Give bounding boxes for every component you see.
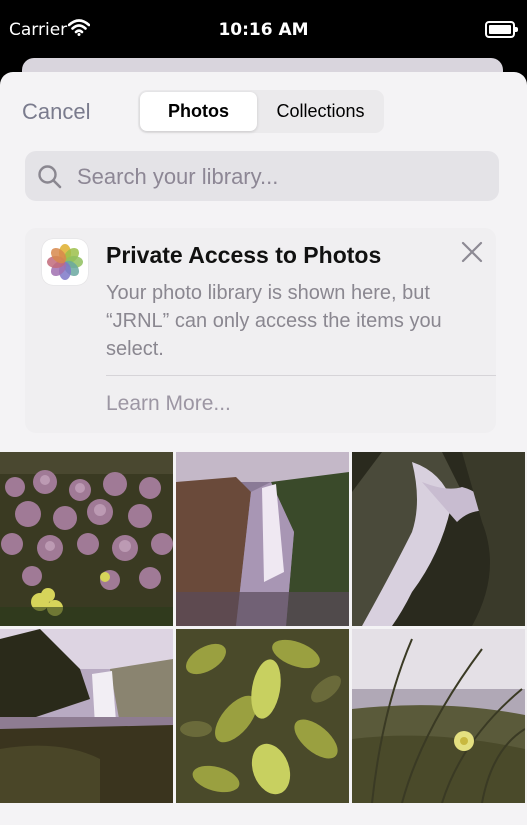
photo-thumbnail[interactable] <box>0 452 173 626</box>
battery-icon <box>485 21 518 38</box>
banner-divider <box>106 375 496 376</box>
clock: 10:16 AM <box>218 20 309 40</box>
photo-thumbnail[interactable] <box>352 452 525 626</box>
library-segmented-control: Photos Collections <box>138 90 384 133</box>
search-bar <box>25 151 499 203</box>
photo-thumbnail[interactable] <box>352 629 525 803</box>
banner-body: Your photo library is shown here, but “J… <box>106 282 442 360</box>
tab-collections[interactable]: Collections <box>259 92 382 131</box>
cancel-button[interactable]: Cancel <box>22 99 90 125</box>
banner-title: Private Access to Photos <box>106 242 382 268</box>
search-input[interactable] <box>75 151 489 203</box>
photo-thumbnail[interactable] <box>176 452 349 626</box>
photo-thumbnail[interactable] <box>176 629 349 803</box>
photos-app-icon <box>42 239 88 285</box>
private-access-banner: Private Access to Photos Your photo libr… <box>25 228 496 433</box>
status-bar: Carrier 10:16 AM <box>0 0 527 60</box>
photo-picker-sheet: Cancel Photos Collections Search your li… <box>0 72 527 825</box>
learn-more-link[interactable]: Learn More... <box>106 392 231 416</box>
search-icon <box>38 165 62 189</box>
photo-thumbnail[interactable] <box>0 629 173 803</box>
close-icon[interactable] <box>460 240 484 264</box>
tab-photos[interactable]: Photos <box>140 92 257 131</box>
